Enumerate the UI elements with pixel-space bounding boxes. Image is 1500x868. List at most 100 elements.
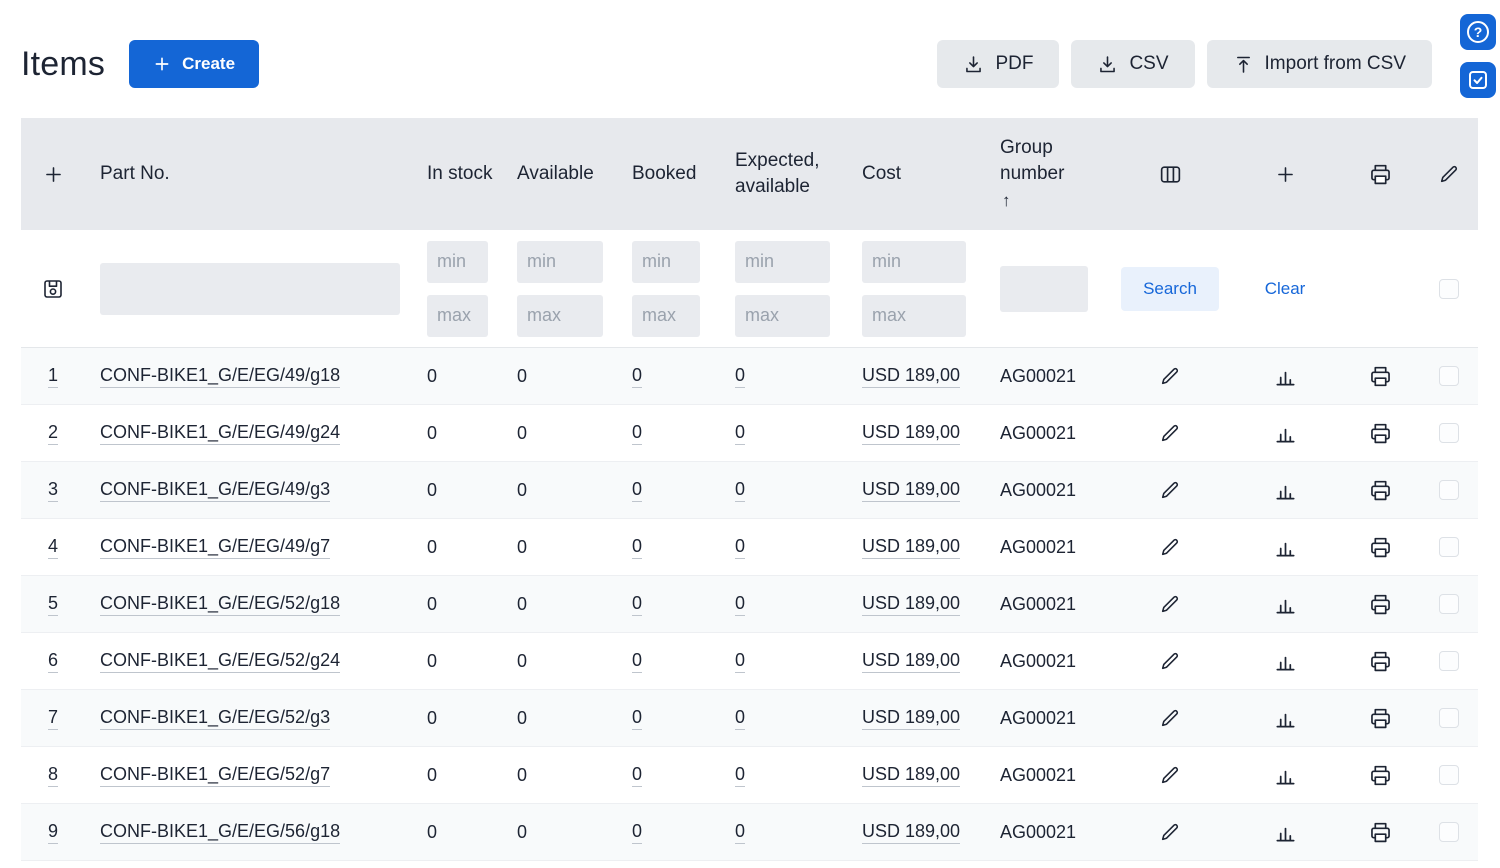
cost-link[interactable]: USD 189,00	[862, 422, 960, 445]
bar-chart-icon[interactable]	[1274, 422, 1297, 445]
edit-pencil-icon[interactable]	[1159, 422, 1181, 444]
cost-link[interactable]: USD 189,00	[862, 593, 960, 616]
edit-columns-pencil-icon[interactable]	[1438, 163, 1460, 185]
cost-link[interactable]: USD 189,00	[862, 707, 960, 730]
available-max-input[interactable]	[517, 295, 603, 337]
print-icon[interactable]	[1368, 592, 1393, 617]
group-number-filter-input[interactable]	[1000, 266, 1088, 312]
expected-available-link[interactable]: 0	[735, 536, 745, 559]
bar-chart-icon[interactable]	[1274, 764, 1297, 787]
search-button[interactable]: Search	[1121, 267, 1219, 311]
print-icon[interactable]	[1368, 478, 1393, 503]
pdf-button[interactable]: PDF	[937, 40, 1059, 88]
print-icon[interactable]	[1368, 535, 1393, 560]
row-checkbox[interactable]	[1439, 537, 1459, 557]
part-no-link[interactable]: CONF-BIKE1_G/E/EG/52/g7	[100, 764, 330, 787]
edit-pencil-icon[interactable]	[1159, 536, 1181, 558]
row-checkbox[interactable]	[1439, 708, 1459, 728]
row-checkbox[interactable]	[1439, 480, 1459, 500]
print-icon[interactable]	[1368, 763, 1393, 788]
edit-pencil-icon[interactable]	[1159, 593, 1181, 615]
cost-link[interactable]: USD 189,00	[862, 536, 960, 559]
print-icon[interactable]	[1368, 649, 1393, 674]
booked-min-input[interactable]	[632, 241, 700, 283]
expand-all-plus-icon[interactable]	[43, 164, 64, 185]
column-header-expected-available[interactable]: Expected, available	[722, 148, 852, 199]
bar-chart-icon[interactable]	[1274, 536, 1297, 559]
row-checkbox[interactable]	[1439, 765, 1459, 785]
row-checkbox[interactable]	[1439, 594, 1459, 614]
column-header-part-no[interactable]: Part No.	[85, 161, 420, 187]
expected-max-input[interactable]	[735, 295, 830, 337]
booked-max-input[interactable]	[632, 295, 700, 337]
expected-available-link[interactable]: 0	[735, 821, 745, 844]
expected-available-link[interactable]: 0	[735, 650, 745, 673]
print-icon[interactable]	[1368, 162, 1393, 187]
save-filter-floppy-icon[interactable]	[41, 277, 65, 301]
booked-link[interactable]: 0	[632, 479, 642, 502]
cost-link[interactable]: USD 189,00	[862, 365, 960, 388]
edit-pencil-icon[interactable]	[1159, 479, 1181, 501]
row-number-link[interactable]: 3	[48, 479, 58, 502]
print-icon[interactable]	[1368, 706, 1393, 731]
edit-pencil-icon[interactable]	[1159, 764, 1181, 786]
edit-pencil-icon[interactable]	[1159, 365, 1181, 387]
cost-link[interactable]: USD 189,00	[862, 764, 960, 787]
booked-link[interactable]: 0	[632, 821, 642, 844]
select-all-checkbox[interactable]	[1439, 279, 1459, 299]
booked-link[interactable]: 0	[632, 764, 642, 787]
bar-chart-icon[interactable]	[1274, 365, 1297, 388]
row-number-link[interactable]: 6	[48, 650, 58, 673]
part-no-link[interactable]: CONF-BIKE1_G/E/EG/52/g24	[100, 650, 340, 673]
column-header-group-number[interactable]: Group number ↑	[988, 135, 1110, 212]
booked-link[interactable]: 0	[632, 365, 642, 388]
edit-pencil-icon[interactable]	[1159, 707, 1181, 729]
part-no-link[interactable]: CONF-BIKE1_G/E/EG/56/g18	[100, 821, 340, 844]
expected-available-link[interactable]: 0	[735, 764, 745, 787]
cost-link[interactable]: USD 189,00	[862, 479, 960, 502]
booked-link[interactable]: 0	[632, 422, 642, 445]
row-number-link[interactable]: 5	[48, 593, 58, 616]
in-stock-min-input[interactable]	[427, 241, 488, 283]
bar-chart-icon[interactable]	[1274, 593, 1297, 616]
part-no-link[interactable]: CONF-BIKE1_G/E/EG/49/g18	[100, 365, 340, 388]
booked-link[interactable]: 0	[632, 650, 642, 673]
import-csv-button[interactable]: Import from CSV	[1207, 40, 1432, 88]
bar-chart-icon[interactable]	[1274, 707, 1297, 730]
booked-link[interactable]: 0	[632, 536, 642, 559]
expected-available-link[interactable]: 0	[735, 593, 745, 616]
bar-chart-icon[interactable]	[1274, 650, 1297, 673]
print-icon[interactable]	[1368, 820, 1393, 845]
print-icon[interactable]	[1368, 421, 1393, 446]
table-columns-icon[interactable]	[1158, 162, 1183, 187]
edit-pencil-icon[interactable]	[1159, 650, 1181, 672]
column-header-cost[interactable]: Cost	[852, 161, 988, 187]
cost-link[interactable]: USD 189,00	[862, 650, 960, 673]
bar-chart-icon[interactable]	[1274, 479, 1297, 502]
column-header-available[interactable]: Available	[510, 161, 625, 187]
cost-min-input[interactable]	[862, 241, 966, 283]
part-no-filter-input[interactable]	[100, 263, 400, 315]
row-number-link[interactable]: 4	[48, 536, 58, 559]
row-checkbox[interactable]	[1439, 651, 1459, 671]
expected-available-link[interactable]: 0	[735, 365, 745, 388]
add-column-plus-icon[interactable]	[1275, 164, 1296, 185]
edit-pencil-icon[interactable]	[1159, 821, 1181, 843]
expected-available-link[interactable]: 0	[735, 422, 745, 445]
part-no-link[interactable]: CONF-BIKE1_G/E/EG/49/g3	[100, 479, 330, 502]
row-checkbox[interactable]	[1439, 822, 1459, 842]
csv-button[interactable]: CSV	[1071, 40, 1194, 88]
print-icon[interactable]	[1368, 364, 1393, 389]
expected-available-link[interactable]: 0	[735, 707, 745, 730]
tasks-button[interactable]	[1458, 60, 1498, 100]
part-no-link[interactable]: CONF-BIKE1_G/E/EG/49/g24	[100, 422, 340, 445]
row-number-link[interactable]: 8	[48, 764, 58, 787]
cost-max-input[interactable]	[862, 295, 966, 337]
row-number-link[interactable]: 1	[48, 365, 58, 388]
row-number-link[interactable]: 9	[48, 821, 58, 844]
expected-available-link[interactable]: 0	[735, 479, 745, 502]
row-checkbox[interactable]	[1439, 366, 1459, 386]
column-header-in-stock[interactable]: In stock	[420, 161, 510, 187]
available-min-input[interactable]	[517, 241, 603, 283]
clear-button[interactable]: Clear	[1265, 279, 1306, 299]
